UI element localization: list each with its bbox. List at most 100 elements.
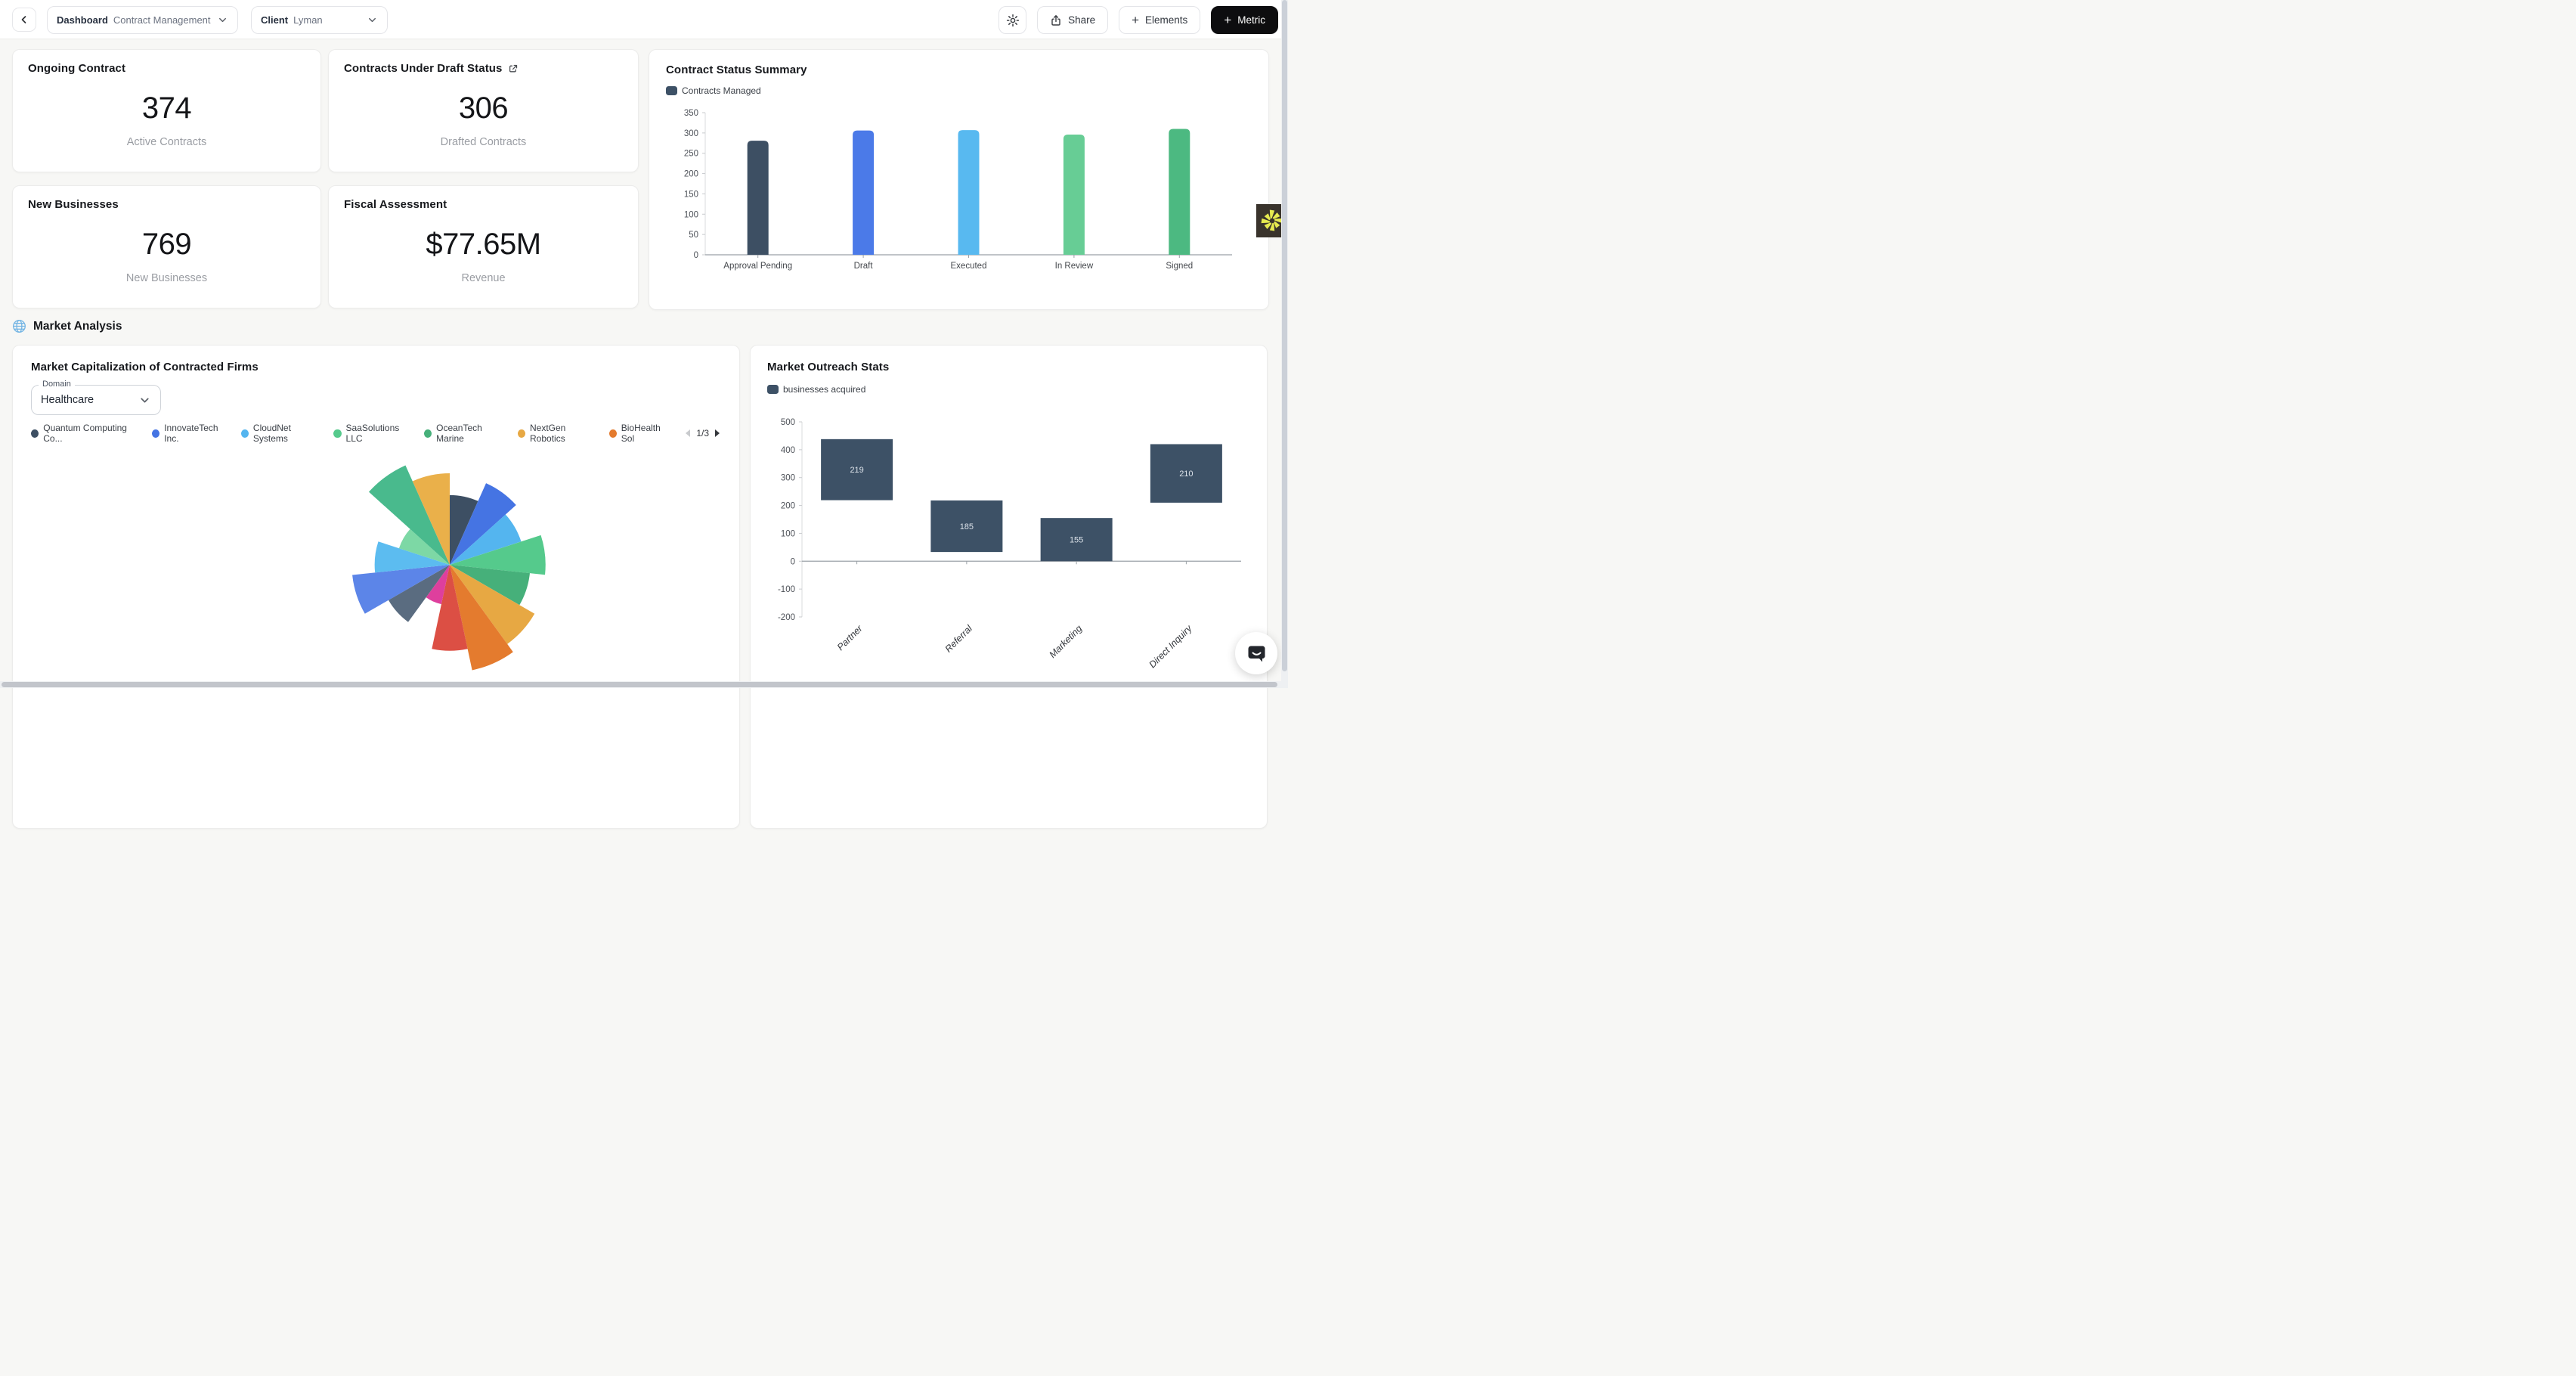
external-link-icon[interactable] bbox=[508, 64, 519, 74]
chart-legend: Contracts Managed bbox=[666, 85, 1252, 96]
legend-pager: 1/3 bbox=[684, 428, 721, 439]
legend-next-icon[interactable] bbox=[714, 429, 721, 438]
legend-label: SaaSolutions LLC bbox=[346, 423, 413, 444]
legend-swatch bbox=[152, 429, 159, 438]
dashboard-select-label: Dashboard bbox=[57, 14, 108, 26]
gear-icon bbox=[1006, 14, 1020, 27]
vertical-scrollbar bbox=[1281, 0, 1288, 688]
domain-select[interactable]: Domain Healthcare bbox=[31, 385, 161, 415]
svg-text:210: 210 bbox=[1179, 470, 1193, 479]
kpi-label: Active Contracts bbox=[28, 136, 305, 148]
chart-title: Market Outreach Stats bbox=[767, 361, 1250, 373]
legend-item[interactable]: InnovateTech Inc. bbox=[152, 423, 231, 444]
svg-text:350: 350 bbox=[684, 109, 698, 118]
globe-icon bbox=[12, 319, 26, 333]
legend-label: NextGen Robotics bbox=[530, 423, 599, 444]
svg-text:100: 100 bbox=[684, 210, 698, 219]
back-button[interactable] bbox=[12, 8, 36, 32]
legend-label: Contracts Managed bbox=[682, 85, 761, 96]
legend-item[interactable]: Contracts Managed bbox=[666, 85, 761, 96]
kpi-value: 769 bbox=[28, 228, 305, 262]
svg-text:200: 200 bbox=[684, 170, 698, 179]
chevron-down-icon bbox=[138, 394, 151, 407]
svg-text:300: 300 bbox=[684, 129, 698, 138]
chat-launcher-button[interactable] bbox=[1235, 632, 1277, 674]
market-cap-rose-chart bbox=[13, 444, 704, 805]
svg-text:300: 300 bbox=[781, 474, 795, 483]
kpi-label: Drafted Contracts bbox=[344, 136, 623, 148]
svg-text:0: 0 bbox=[694, 251, 698, 260]
legend-label: BioHealth Sol bbox=[621, 423, 673, 444]
kpi-title: Ongoing Contract bbox=[28, 62, 125, 75]
add-metric-button[interactable]: + Metric bbox=[1211, 6, 1278, 34]
legend-label: Quantum Computing Co... bbox=[43, 423, 141, 444]
legend-item[interactable]: CloudNet Systems bbox=[241, 423, 324, 444]
legend-item[interactable]: Quantum Computing Co... bbox=[31, 423, 141, 444]
dashboard-select[interactable]: Dashboard Contract Management bbox=[47, 6, 238, 34]
legend-swatch bbox=[31, 429, 39, 438]
chevron-left-icon bbox=[18, 14, 30, 26]
share-button[interactable]: Share bbox=[1037, 6, 1108, 34]
contract-status-bar-chart: 050100150200250300350Approval PendingDra… bbox=[666, 98, 1253, 287]
client-select[interactable]: Client Lyman bbox=[251, 6, 388, 34]
kpi-value: $77.65M bbox=[344, 228, 623, 262]
legend-item[interactable]: BioHealth Sol bbox=[609, 423, 673, 444]
elements-button-label: Elements bbox=[1145, 14, 1187, 26]
legend-prev-icon[interactable] bbox=[684, 429, 692, 438]
horizontal-scrollbar bbox=[0, 681, 1288, 688]
legend-swatch bbox=[666, 86, 677, 95]
kpi-card-fiscal-assessment: Fiscal Assessment $77.65M Revenue bbox=[328, 185, 639, 308]
legend-item[interactable]: businesses acquired bbox=[767, 384, 865, 395]
client-select-value: Lyman bbox=[293, 14, 323, 26]
legend-swatch bbox=[609, 429, 617, 438]
section-title: Market Analysis bbox=[33, 320, 122, 333]
legend-label: CloudNet Systems bbox=[253, 423, 323, 444]
svg-text:155: 155 bbox=[1070, 536, 1083, 545]
contract-status-summary-card: Contract Status Summary Contracts Manage… bbox=[649, 49, 1269, 310]
market-capitalization-card: Market Capitalization of Contracted Firm… bbox=[12, 345, 740, 829]
chart-title: Contract Status Summary bbox=[666, 64, 1252, 76]
svg-text:400: 400 bbox=[781, 446, 795, 455]
legend-label: businesses acquired bbox=[783, 384, 865, 395]
pie-legend-row: Quantum Computing Co... InnovateTech Inc.… bbox=[31, 423, 721, 444]
chevron-down-icon bbox=[217, 14, 228, 26]
svg-text:-200: -200 bbox=[778, 613, 795, 622]
legend-label: InnovateTech Inc. bbox=[164, 423, 230, 444]
domain-select-value: Healthcare bbox=[41, 394, 94, 406]
add-elements-button[interactable]: + Elements bbox=[1119, 6, 1200, 34]
chart-title: Market Capitalization of Contracted Firm… bbox=[31, 361, 721, 373]
market-analysis-section-header: Market Analysis bbox=[12, 319, 122, 333]
svg-text:150: 150 bbox=[684, 190, 698, 199]
kpi-card-contracts-under-draft: Contracts Under Draft Status 306 Drafted… bbox=[328, 49, 639, 172]
settings-button[interactable] bbox=[999, 6, 1026, 34]
kpi-title: Fiscal Assessment bbox=[344, 198, 447, 211]
svg-text:50: 50 bbox=[689, 231, 698, 240]
legend-item[interactable]: SaaSolutions LLC bbox=[333, 423, 413, 444]
kpi-label: Revenue bbox=[344, 272, 623, 284]
share-button-label: Share bbox=[1068, 14, 1095, 26]
svg-text:219: 219 bbox=[850, 466, 863, 475]
legend-item[interactable]: OceanTech Marine bbox=[424, 423, 507, 444]
legend-swatch bbox=[241, 429, 249, 438]
dashboard-select-value: Contract Management bbox=[113, 14, 211, 26]
vertical-scrollbar-thumb[interactable] bbox=[1282, 0, 1287, 671]
kpi-value: 306 bbox=[344, 91, 623, 126]
chart-legend: businesses acquired bbox=[767, 384, 1250, 395]
horizontal-scrollbar-thumb[interactable] bbox=[2, 682, 1277, 687]
legend-item[interactable]: NextGen Robotics bbox=[518, 423, 599, 444]
legend-swatch bbox=[518, 429, 525, 438]
legend-swatch bbox=[424, 429, 432, 438]
kpi-title: New Businesses bbox=[28, 198, 119, 211]
plus-icon: + bbox=[1132, 14, 1139, 26]
kpi-card-new-businesses: New Businesses 769 New Businesses bbox=[12, 185, 321, 308]
svg-text:Marketing: Marketing bbox=[1048, 623, 1085, 660]
kpi-label: New Businesses bbox=[28, 272, 305, 284]
svg-text:250: 250 bbox=[684, 150, 698, 159]
kpi-card-ongoing-contract: Ongoing Contract 374 Active Contracts bbox=[12, 49, 321, 172]
pie-legend-items: Quantum Computing Co... InnovateTech Inc.… bbox=[31, 423, 672, 444]
svg-text:Draft: Draft bbox=[854, 262, 874, 271]
svg-text:Referral: Referral bbox=[943, 622, 975, 654]
legend-swatch bbox=[767, 385, 779, 394]
svg-text:Signed: Signed bbox=[1166, 262, 1193, 271]
legend-swatch bbox=[333, 429, 341, 438]
